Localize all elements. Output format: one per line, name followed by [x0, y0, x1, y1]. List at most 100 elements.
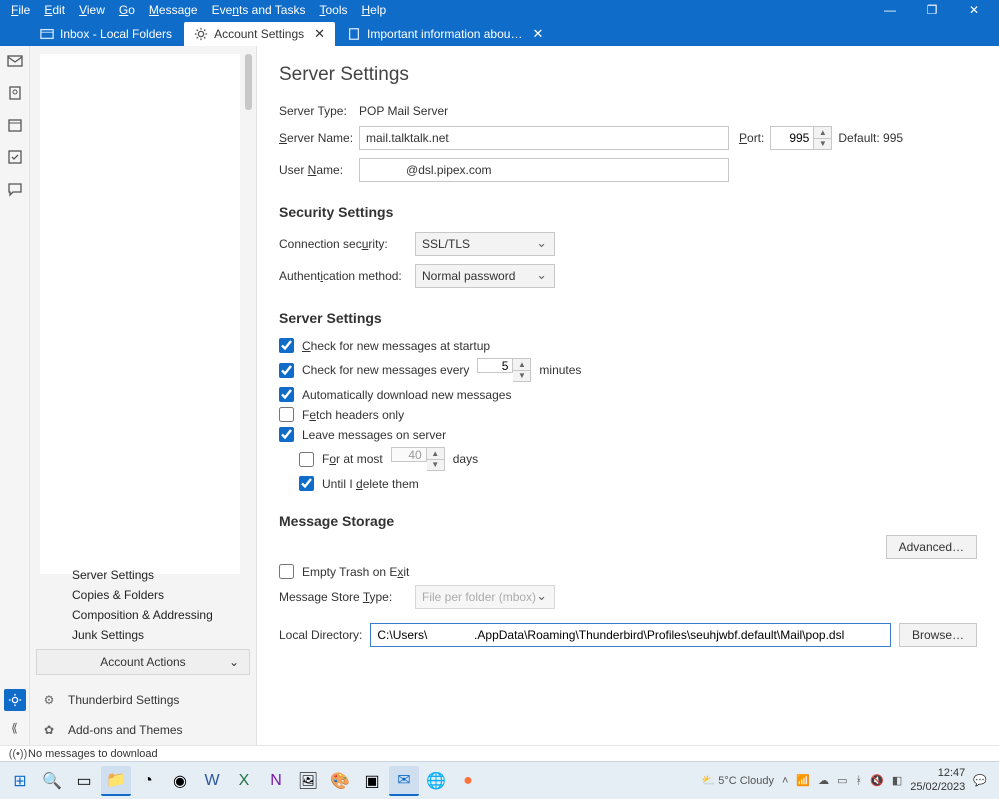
localdir-input[interactable]: [370, 623, 891, 647]
lang-icon[interactable]: ◧: [892, 774, 902, 787]
start-button[interactable]: ⊞: [5, 766, 35, 796]
tab-label: Inbox - Local Folders: [60, 27, 172, 41]
atmost-spinner[interactable]: ▲▼: [391, 447, 445, 471]
chrome-icon[interactable]: ◉: [165, 766, 195, 796]
settings-icon[interactable]: [4, 689, 26, 711]
calendar-icon[interactable]: [6, 116, 24, 134]
message-storage-heading: Message Storage: [279, 513, 977, 529]
port-label: Port:: [739, 131, 764, 145]
scrollbar[interactable]: [245, 54, 252, 110]
menu-file[interactable]: File: [4, 3, 37, 17]
window-minimize[interactable]: —: [869, 3, 911, 17]
menu-help[interactable]: Help: [354, 3, 393, 17]
firefox-icon[interactable]: ●: [453, 766, 483, 796]
server-type-label: Server Type:: [279, 104, 359, 118]
chk-every[interactable]: [279, 363, 294, 378]
spin-up-icon[interactable]: ▲: [513, 359, 530, 371]
weather-widget[interactable]: ⛅ 5°C Cloudy: [701, 774, 774, 787]
spin-down-icon[interactable]: ▼: [814, 139, 831, 150]
chk-every-post: minutes: [539, 363, 581, 377]
volume-icon[interactable]: 🔇: [870, 774, 884, 787]
collapse-icon[interactable]: ⟪: [6, 719, 24, 737]
server-name-input[interactable]: [359, 126, 729, 150]
menu-edit[interactable]: Edit: [37, 3, 72, 17]
spin-down-icon[interactable]: ▼: [513, 371, 530, 382]
menu-events[interactable]: Events and Tasks: [205, 3, 313, 17]
chk-until[interactable]: [299, 476, 314, 491]
user-name-input[interactable]: [359, 158, 729, 182]
tab-close[interactable]: ✕: [532, 26, 543, 42]
redacted-account-list: [40, 54, 240, 574]
menu-view[interactable]: View: [72, 3, 112, 17]
spin-up-icon[interactable]: ▲: [814, 127, 831, 139]
chk-leave-label: Leave messages on server: [302, 428, 446, 442]
chevron-down-icon: ⌄: [229, 655, 239, 669]
auth-select[interactable]: Normal password: [415, 264, 555, 288]
taskview-icon[interactable]: ▭: [69, 766, 99, 796]
chk-auto-label: Automatically download new messages: [302, 388, 511, 402]
thunderbird-settings-link[interactable]: ⚙ Thunderbird Settings: [30, 685, 256, 715]
thunderbird-icon[interactable]: ✉: [389, 766, 419, 796]
every-spinner[interactable]: ▲▼: [477, 358, 531, 382]
photos-icon[interactable]: 🖼: [293, 766, 323, 796]
explorer-icon[interactable]: 📁: [101, 766, 131, 796]
tab-close[interactable]: ✕: [314, 26, 325, 42]
tab-important-info[interactable]: Important information abou… ✕: [337, 22, 553, 46]
window-close[interactable]: ✕: [953, 3, 995, 17]
tree-composition[interactable]: Composition & Addressing: [30, 605, 256, 625]
onenote-icon[interactable]: N: [261, 766, 291, 796]
battery-icon[interactable]: ▭: [837, 774, 847, 787]
chk-auto[interactable]: [279, 387, 294, 402]
account-actions-label: Account Actions: [100, 655, 185, 669]
default-port-label: Default: 995: [838, 131, 903, 145]
advanced-button[interactable]: Advanced…: [886, 535, 977, 559]
chk-fetch[interactable]: [279, 407, 294, 422]
terminal-icon[interactable]: ▣: [357, 766, 387, 796]
tree-junk[interactable]: Junk Settings: [30, 625, 256, 645]
chk-leave[interactable]: [279, 427, 294, 442]
chk-atmost[interactable]: [299, 452, 314, 467]
chk-empty[interactable]: [279, 564, 294, 579]
github-icon[interactable]: ◔: [133, 766, 163, 796]
excel-icon[interactable]: X: [229, 766, 259, 796]
menu-tools[interactable]: Tools: [312, 3, 354, 17]
edge-icon[interactable]: 🌐: [421, 766, 451, 796]
addressbook-icon[interactable]: [6, 84, 24, 102]
tasks-icon[interactable]: [6, 148, 24, 166]
onedrive-icon[interactable]: ☁: [818, 774, 829, 787]
chk-fetch-label: Fetch headers only: [302, 408, 404, 422]
chk-every-pre: Check for new messages every: [302, 363, 469, 377]
menu-go[interactable]: Go: [112, 3, 142, 17]
conn-sec-select[interactable]: SSL/TLS: [415, 232, 555, 256]
search-icon[interactable]: 🔍: [37, 766, 67, 796]
port-spinner[interactable]: ▲▼: [770, 126, 832, 150]
store-type-select: File per folder (mbox): [415, 585, 555, 609]
tree-server-settings[interactable]: Server Settings: [30, 565, 256, 585]
every-input[interactable]: [477, 358, 513, 373]
addons-link[interactable]: ✿ Add-ons and Themes: [30, 715, 256, 745]
spaces-toolbar: ⟪: [0, 46, 30, 745]
tab-bar: Inbox - Local Folders Account Settings ✕…: [0, 20, 999, 46]
tab-account-settings[interactable]: Account Settings ✕: [184, 22, 335, 46]
security-heading: Security Settings: [279, 204, 977, 220]
account-actions-button[interactable]: Account Actions ⌄: [36, 649, 250, 675]
window-maximize[interactable]: ❐: [911, 3, 953, 17]
word-icon[interactable]: W: [197, 766, 227, 796]
tab-inbox[interactable]: Inbox - Local Folders: [30, 22, 182, 46]
notifications-icon[interactable]: 💬: [973, 774, 987, 787]
browse-button[interactable]: Browse…: [899, 623, 977, 647]
clock[interactable]: 12:47 25/02/2023: [910, 767, 965, 793]
tray-chevron-icon[interactable]: ˄: [782, 775, 788, 787]
spin-up-icon: ▲: [427, 448, 444, 460]
wifi-icon[interactable]: 📶: [796, 774, 810, 787]
chk-startup[interactable]: [279, 338, 294, 353]
mail-icon[interactable]: [6, 52, 24, 70]
paint-icon[interactable]: 🎨: [325, 766, 355, 796]
bluetooth-icon[interactable]: ᚼ: [856, 775, 863, 787]
port-input[interactable]: [770, 126, 814, 150]
menu-message[interactable]: Message: [142, 3, 205, 17]
tree-copies-folders[interactable]: Copies & Folders: [30, 585, 256, 605]
gear-icon: [194, 27, 208, 41]
chat-icon[interactable]: [6, 180, 24, 198]
windows-taskbar: ⊞ 🔍 ▭ 📁 ◔ ◉ W X N 🖼 🎨 ▣ ✉ 🌐 ● ⛅ 5°C Clou…: [0, 761, 999, 799]
